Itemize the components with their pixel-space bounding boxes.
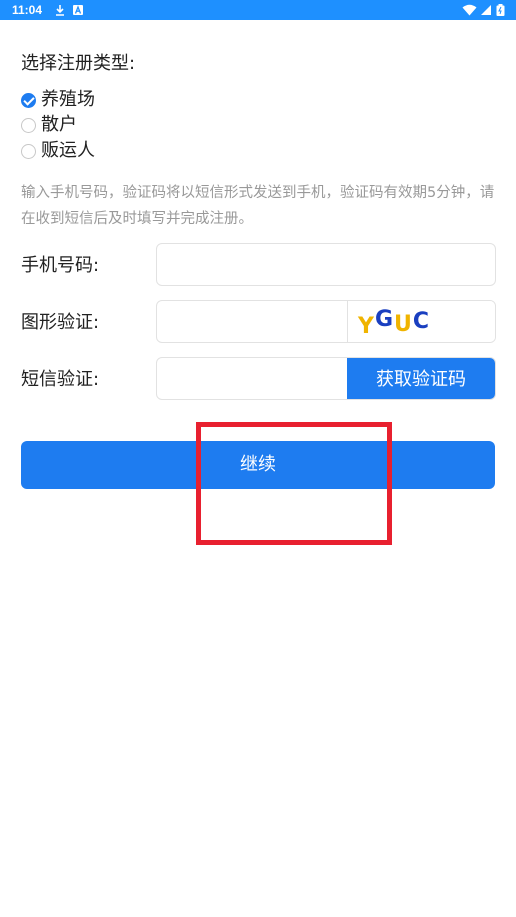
status-time: 11:04 — [12, 3, 43, 17]
continue-button[interactable]: 继续 — [21, 441, 495, 489]
radio-unchecked-icon[interactable] — [21, 143, 36, 159]
radio-label-farm: 养殖场 — [41, 89, 95, 110]
captcha-char: U — [394, 312, 412, 337]
phone-field[interactable] — [156, 243, 496, 286]
captcha-char: G — [375, 307, 393, 332]
radio-option-trader[interactable]: 贩运人 — [21, 139, 95, 163]
download-icon — [56, 5, 64, 16]
sms-field[interactable]: 获取验证码 — [156, 357, 496, 400]
captcha-label: 图形验证: — [21, 312, 100, 333]
radio-option-individual[interactable]: 散户 — [21, 113, 77, 137]
phone-label: 手机号码: — [21, 255, 100, 276]
captcha-char: Y — [357, 314, 375, 339]
radio-unchecked-icon[interactable] — [21, 117, 36, 133]
sms-label: 短信验证: — [21, 369, 100, 390]
captcha-field[interactable]: YGUC — [156, 300, 496, 343]
notification-a-icon — [73, 5, 83, 15]
captcha-char: C — [413, 309, 429, 334]
radio-label-individual: 散户 — [41, 114, 77, 135]
radio-label-trader: 贩运人 — [41, 140, 95, 161]
wifi-icon — [462, 4, 477, 16]
captcha-image[interactable]: YGUC — [347, 301, 495, 342]
signal-icon — [481, 5, 491, 15]
captcha-text: YGUC — [357, 307, 429, 339]
registration-type-title: 选择注册类型: — [21, 53, 136, 74]
status-bar: 11:04 — [0, 0, 516, 20]
sms-code-input[interactable] — [157, 358, 347, 399]
radio-option-farm[interactable]: 养殖场 — [21, 88, 95, 112]
registration-hint: 输入手机号码，验证码将以短信形式发送到手机，验证码有效期5分钟，请在收到短信后及… — [21, 185, 495, 227]
battery-icon — [496, 4, 505, 16]
get-sms-code-button[interactable]: 获取验证码 — [347, 358, 495, 399]
captcha-input[interactable] — [157, 301, 347, 342]
radio-checked-icon[interactable] — [21, 92, 36, 108]
phone-input[interactable] — [157, 244, 495, 285]
